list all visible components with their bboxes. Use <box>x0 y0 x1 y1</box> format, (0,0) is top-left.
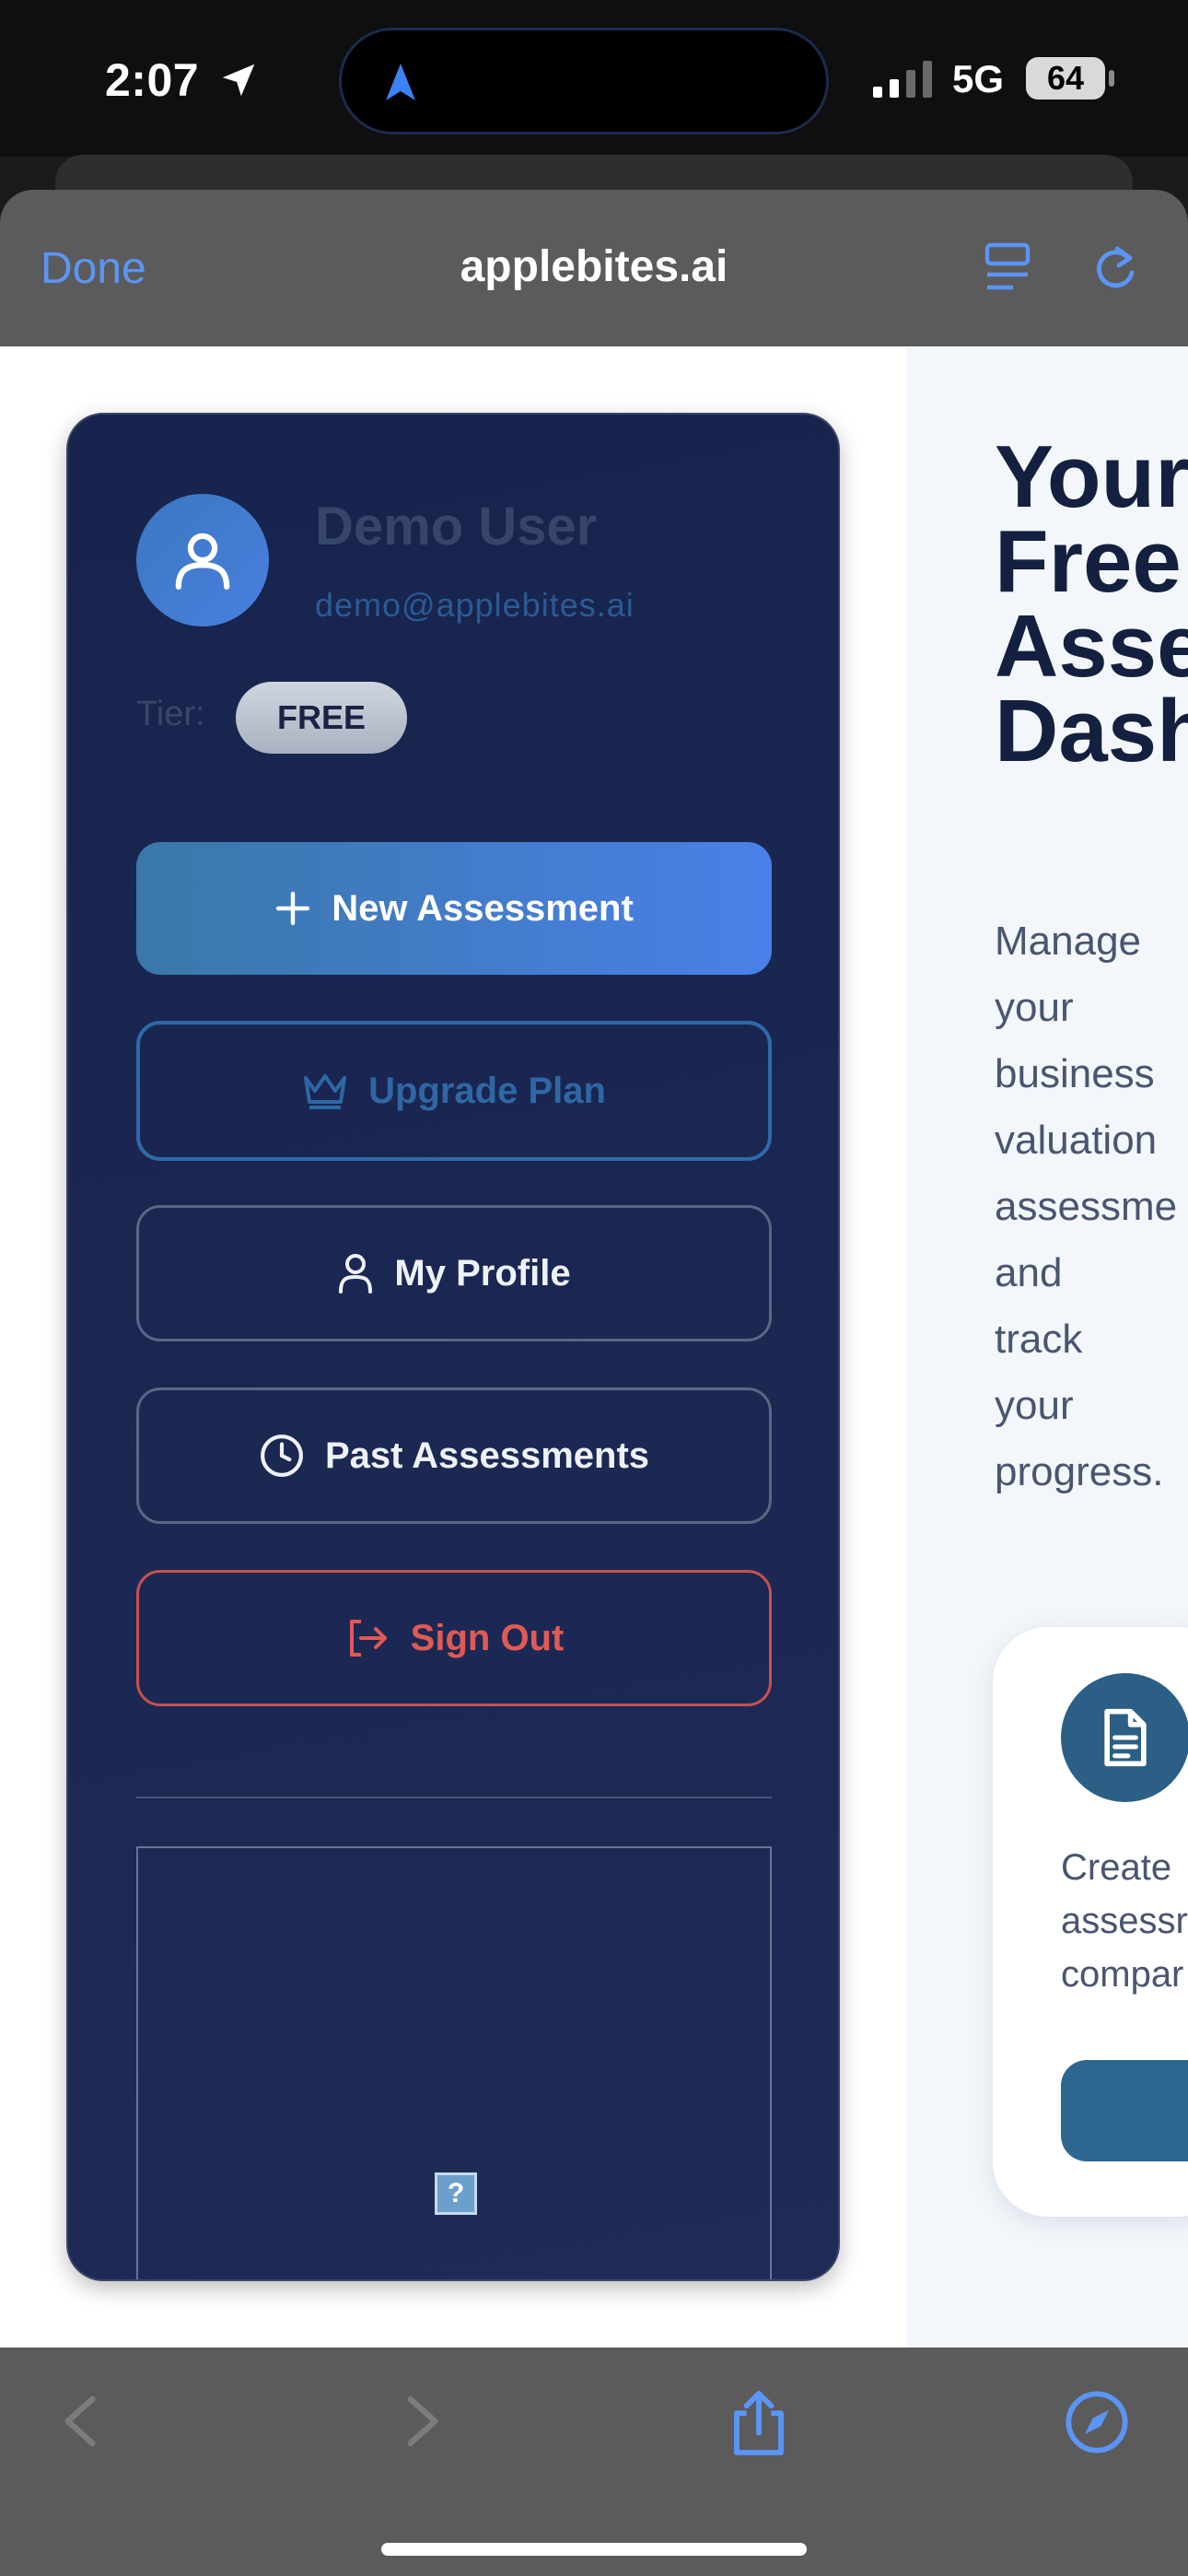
location-arrow-icon <box>222 64 255 97</box>
browser-toolbar <box>0 2348 1188 2576</box>
sign-out-icon <box>349 1620 387 1657</box>
create-assessment-card: Create assessr compar <box>993 1627 1188 2217</box>
document-icon-badge <box>1061 1673 1188 1802</box>
tier-label: Tier: <box>136 695 205 733</box>
user-email: demo@applebites.ai <box>315 586 635 624</box>
web-page: Demo User demo@applebites.ai Tier: FREE … <box>0 346 1188 2348</box>
crown-icon <box>304 1074 347 1109</box>
page-description: Manage your business valuation assessme … <box>995 919 1178 1494</box>
status-bar: 2:07 5G 64 <box>0 0 1188 157</box>
tier-badge: FREE <box>236 682 407 754</box>
new-assessment-label: New Assessment <box>332 887 634 929</box>
upgrade-plan-button[interactable]: Upgrade Plan <box>136 1021 772 1161</box>
past-assessments-button[interactable]: Past Assessments <box>136 1388 772 1524</box>
sidebar: Demo User demo@applebites.ai Tier: FREE … <box>66 413 840 2281</box>
signal-strength-icon <box>873 61 932 98</box>
user-icon <box>339 1254 373 1294</box>
avatar <box>136 494 269 626</box>
back-icon[interactable] <box>59 2392 101 2451</box>
my-profile-button[interactable]: My Profile <box>136 1205 772 1341</box>
embedded-frame: ? <box>136 1846 772 2279</box>
battery-cap <box>1109 70 1114 87</box>
card-action-button[interactable] <box>1061 2060 1188 2161</box>
plus-icon <box>276 891 310 926</box>
clock-icon <box>261 1434 303 1477</box>
status-time: 2:07 <box>105 54 200 106</box>
sign-out-label: Sign Out <box>410 1617 565 1658</box>
user-name: Demo User <box>315 497 598 556</box>
past-assessments-label: Past Assessments <box>324 1434 650 1476</box>
share-icon[interactable] <box>729 2388 788 2458</box>
dynamic-island <box>339 28 829 135</box>
forward-icon[interactable] <box>402 2392 444 2451</box>
user-icon <box>175 533 230 590</box>
broken-image-icon: ? <box>435 2172 477 2215</box>
upgrade-plan-label: Upgrade Plan <box>368 1070 606 1111</box>
navigation-icon <box>386 64 415 100</box>
sign-out-button[interactable]: Sign Out <box>136 1570 772 1706</box>
divider <box>136 1797 772 1798</box>
page-title: Your Free Asse Dash <box>995 427 1188 780</box>
battery-icon: 64 <box>1026 57 1105 100</box>
reload-icon[interactable] <box>1090 241 1140 293</box>
new-assessment-button[interactable]: New Assessment <box>136 842 772 975</box>
network-type: 5G <box>952 57 1005 100</box>
my-profile-label: My Profile <box>394 1252 571 1294</box>
reader-view-icon[interactable] <box>984 241 1031 293</box>
compass-icon[interactable] <box>1065 2390 1129 2454</box>
card-description: Create assessr compar <box>1061 1847 1188 1995</box>
document-icon <box>1104 1708 1147 1767</box>
home-indicator <box>381 2543 807 2556</box>
